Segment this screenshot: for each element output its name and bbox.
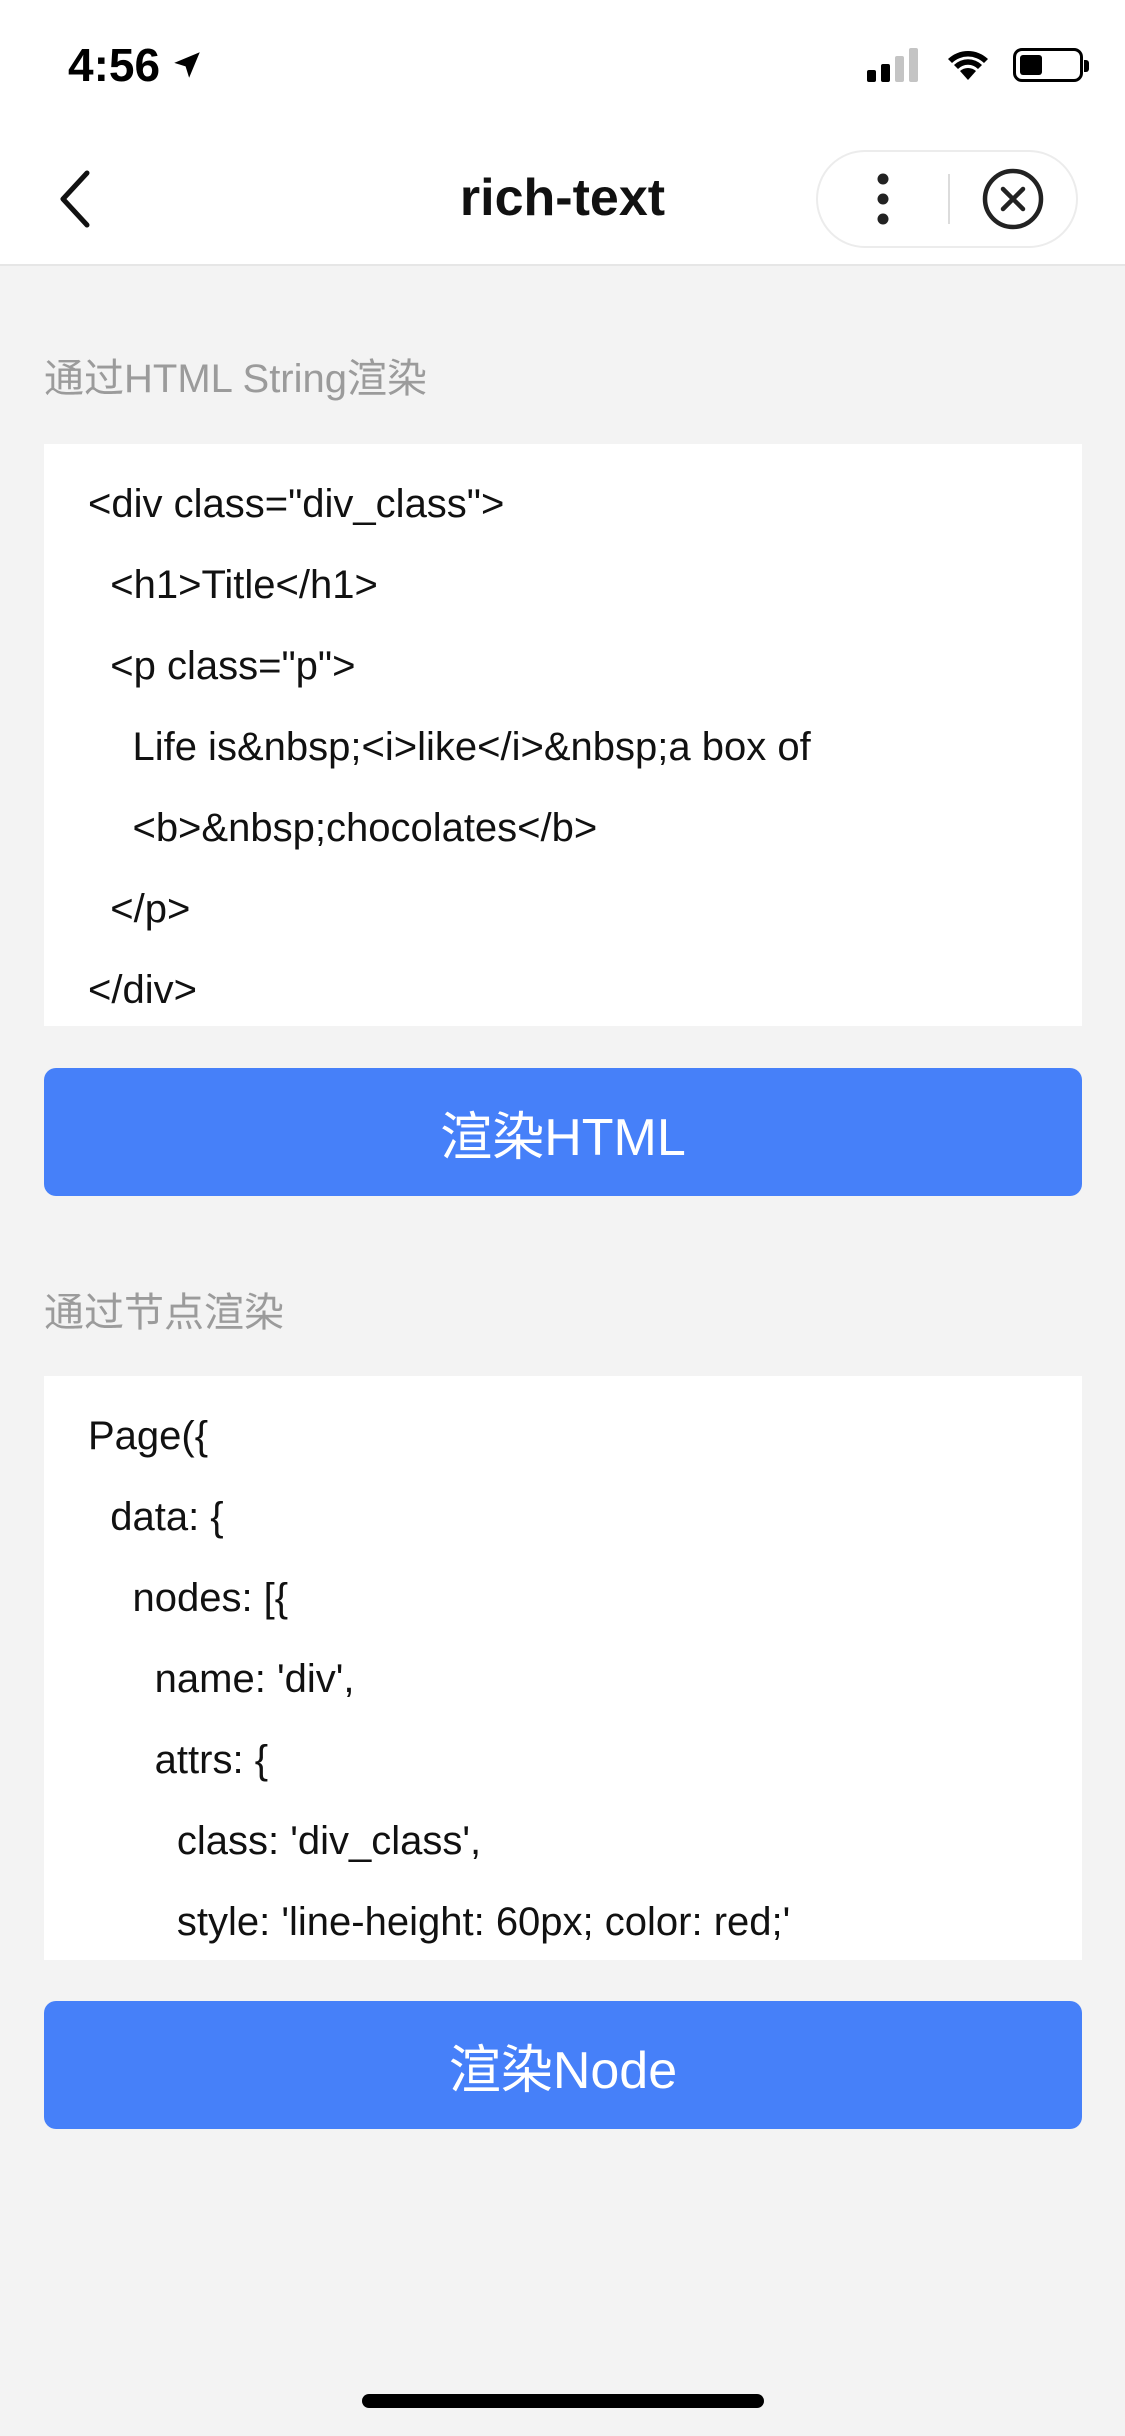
battery-icon (1013, 48, 1089, 82)
render-node-button[interactable]: 渲染Node (44, 2001, 1082, 2129)
status-time: 4:56 (68, 38, 204, 92)
code-line: <h1>Title</h1> (88, 563, 378, 607)
code-line: name: 'div', (88, 1657, 355, 1701)
close-button[interactable] (950, 152, 1076, 246)
code-line: nodes: [{ (88, 1576, 289, 1620)
code-line: data: { (88, 1495, 224, 1539)
code-line: Page({ (88, 1414, 209, 1458)
node-code-box: Page({ data: { nodes: [{ name: 'div', at… (44, 1376, 1082, 1960)
code-line: </div> (88, 968, 197, 1012)
status-bar: 4:56 (0, 0, 1125, 132)
code-line: <div class="div_class"> (88, 482, 505, 526)
render-html-button[interactable]: 渲染HTML (44, 1068, 1082, 1196)
navigation-bar: rich-text (0, 132, 1125, 266)
wifi-icon (948, 51, 988, 80)
menu-capsule (816, 150, 1078, 248)
home-indicator (362, 2394, 764, 2408)
html-code-box: <div class="div_class"> <h1>Title</h1> <… (44, 444, 1082, 1026)
code-line: </p> (88, 887, 191, 931)
code-line: Life is&nbsp;<i>like</i>&nbsp;a box of (88, 725, 811, 769)
status-indicators (867, 48, 1089, 82)
cellular-signal-icon (867, 48, 923, 82)
html-section-label: 通过HTML String渲染 (44, 357, 428, 401)
code-line: <p class="p"> (88, 644, 356, 688)
more-button[interactable] (818, 152, 948, 246)
close-circle-icon (982, 168, 1044, 230)
location-arrow-icon (174, 52, 200, 78)
more-vertical-icon (877, 173, 889, 225)
code-line: attrs: { (88, 1738, 269, 1782)
status-time-text: 4:56 (68, 39, 161, 91)
code-line: class: 'div_class', (88, 1819, 482, 1863)
code-line: <b>&nbsp;chocolates</b> (88, 806, 598, 850)
code-line: style: 'line-height: 60px; color: red;' (88, 1900, 791, 1944)
node-section-label: 通过节点渲染 (44, 1291, 284, 1335)
